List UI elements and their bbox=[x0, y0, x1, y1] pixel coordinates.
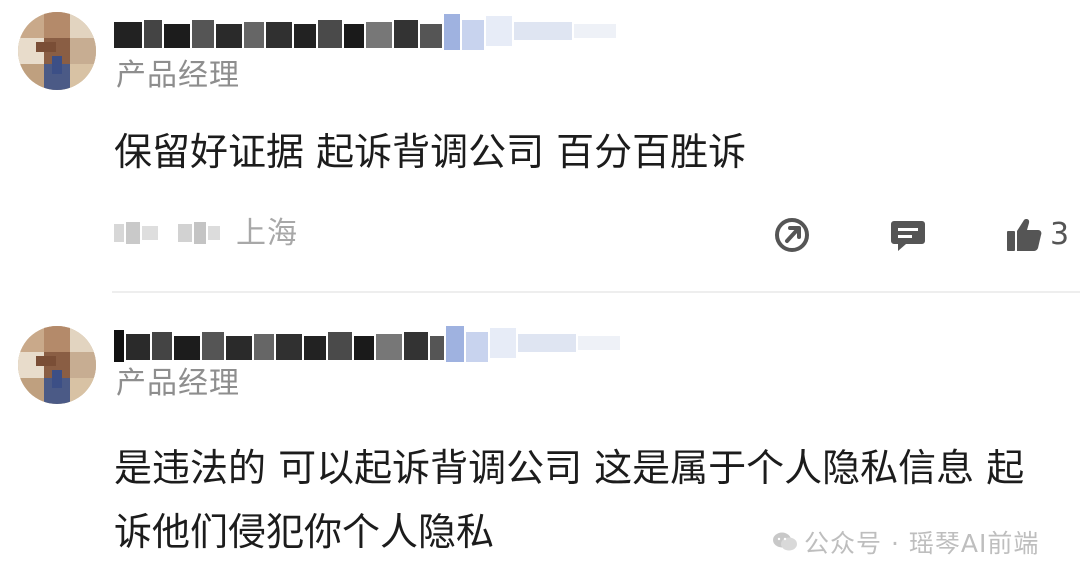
user-title: 产品经理 bbox=[116, 58, 240, 93]
watermark-text: 公众号 · 瑶琴AI前端 bbox=[804, 529, 1040, 558]
comment-item: 产品经理 保留好证据 起诉背调公司 百分百胜诉 上海 3 bbox=[0, 0, 1080, 292]
watermark: 公众号 · 瑶琴AI前端 bbox=[772, 522, 1039, 562]
time-obscured bbox=[178, 222, 220, 244]
username-obscured[interactable] bbox=[112, 12, 642, 52]
avatar[interactable] bbox=[18, 12, 96, 90]
user-title: 产品经理 bbox=[116, 366, 240, 401]
comment-thread: 产品经理 保留好证据 起诉背调公司 百分百胜诉 上海 3 产品经理 是违法的 可… bbox=[0, 0, 1080, 583]
comment-text: 保留好证据 起诉背调公司 百分百胜诉 bbox=[114, 130, 747, 174]
comment-footer: 上海 3 bbox=[112, 210, 1072, 260]
like-button[interactable]: 3 bbox=[1004, 214, 1069, 256]
wechat-icon bbox=[773, 532, 797, 551]
like-count: 3 bbox=[1050, 217, 1070, 252]
username-obscured[interactable] bbox=[112, 324, 642, 364]
location-label: 上海 bbox=[236, 216, 298, 251]
reply-button[interactable] bbox=[888, 214, 928, 256]
comment-icon bbox=[891, 221, 925, 251]
share-icon bbox=[775, 218, 809, 252]
avatar[interactable] bbox=[18, 326, 96, 404]
date-obscured bbox=[114, 222, 158, 244]
thumbs-up-icon bbox=[1007, 219, 1042, 251]
share-button[interactable] bbox=[772, 214, 812, 256]
comment-divider bbox=[112, 291, 1080, 293]
